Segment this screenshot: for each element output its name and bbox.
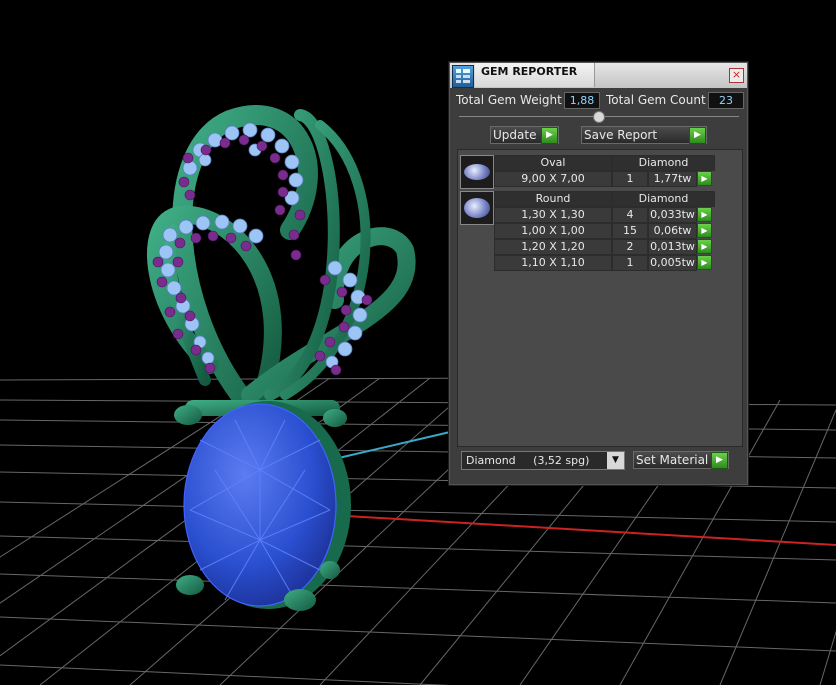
update-label: Update — [493, 128, 537, 142]
title-bar[interactable]: GEM REPORTER × — [450, 63, 747, 88]
select-row-button[interactable]: ▶ — [697, 255, 712, 270]
chevron-down-icon[interactable]: ▼ — [607, 452, 624, 469]
gem-reporter-panel: GEM REPORTER × Total Gem Weight 1,88 Tot… — [448, 61, 749, 486]
gem-weight-cell: 0,013tw — [648, 239, 697, 255]
play-icon: ▶ — [541, 127, 558, 144]
select-row-button[interactable]: ▶ — [697, 223, 712, 238]
gem-material-header: Diamond — [612, 191, 715, 207]
gem-size-cell: 1,20 X 1,20 — [494, 239, 612, 255]
play-icon: ▶ — [689, 127, 706, 144]
select-row-button[interactable]: ▶ — [697, 239, 712, 254]
gem-count-cell: 15 — [612, 223, 648, 239]
window-title: GEM REPORTER — [481, 65, 578, 78]
gem-weight-cell: 0,005tw — [648, 255, 697, 271]
title-tab: GEM REPORTER — [475, 63, 595, 87]
oval-gem-thumbnail[interactable] — [460, 155, 494, 189]
gem-shape-header: Round — [494, 191, 612, 207]
gem-reporter-app-icon — [452, 65, 474, 88]
update-button[interactable]: Update ▶ — [490, 126, 559, 144]
splitter-knob[interactable] — [593, 111, 605, 123]
select-row-button[interactable]: ▶ — [697, 171, 712, 186]
total-gem-weight-label: Total Gem Weight — [456, 93, 562, 107]
gem-weight-cell: 0,06tw — [648, 223, 697, 239]
gem-size-cell: 1,30 X 1,30 — [494, 207, 612, 223]
material-dropdown-value: Diamond (3,52 spg) — [466, 454, 590, 467]
round-gem-thumbnail[interactable] — [460, 191, 494, 225]
gem-weight-cell: 0,033tw — [648, 207, 697, 223]
gem-icon — [464, 198, 490, 218]
pendant-model[interactable] — [147, 105, 416, 611]
gem-count-cell: 4 — [612, 207, 648, 223]
set-material-label: Set Material — [636, 453, 709, 467]
save-report-label: Save Report — [584, 128, 658, 142]
save-report-button[interactable]: Save Report ▶ — [581, 126, 707, 144]
x-axis-line — [329, 514, 836, 546]
gem-material-header: Diamond — [612, 155, 715, 171]
gem-count-cell: 1 — [612, 171, 648, 187]
gem-icon — [464, 164, 490, 180]
play-icon: ▶ — [711, 452, 728, 469]
total-gem-count-value: 23 — [708, 92, 744, 109]
z-axis-line — [329, 431, 451, 461]
gem-list[interactable]: Oval Diamond 9,00 X 7,00 1 1,77tw ▶ Roun… — [457, 149, 743, 447]
close-button[interactable]: × — [729, 68, 744, 83]
material-dropdown[interactable]: Diamond (3,52 spg) ▼ — [461, 451, 625, 470]
gem-count-cell: 2 — [612, 239, 648, 255]
gem-size-cell: 1,10 X 1,10 — [494, 255, 612, 271]
gem-weight-cell: 1,77tw — [648, 171, 697, 187]
total-gem-weight-value: 1,88 — [564, 92, 600, 109]
gem-shape-header: Oval — [494, 155, 612, 171]
gem-size-cell: 9,00 X 7,00 — [494, 171, 612, 187]
close-icon: × — [731, 68, 742, 81]
total-gem-count-label: Total Gem Count — [606, 93, 706, 107]
gem-size-cell: 1,00 X 1,00 — [494, 223, 612, 239]
select-row-button[interactable]: ▶ — [697, 207, 712, 222]
set-material-button[interactable]: Set Material ▶ — [633, 451, 729, 469]
gem-count-cell: 1 — [612, 255, 648, 271]
